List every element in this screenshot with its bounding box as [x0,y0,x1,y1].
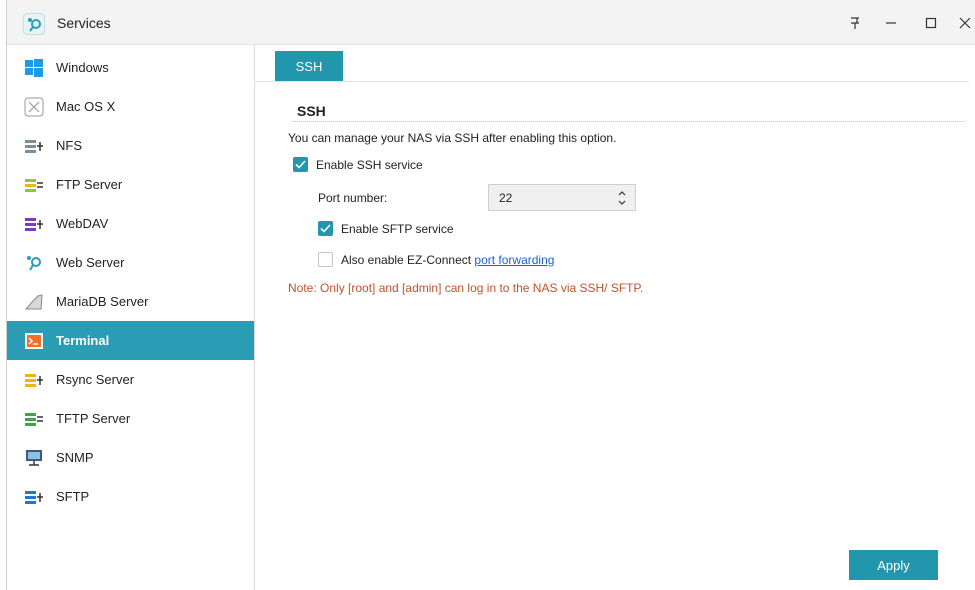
ssh-description: You can manage your NAS via SSH after en… [288,131,617,145]
sidebar-item-nfs[interactable]: NFS [7,126,254,165]
login-note: Note: Only [root] and [admin] can log in… [288,281,644,295]
web-server-icon [24,253,44,273]
webdav-icon [24,214,44,234]
sidebar-item-label: FTP Server [56,177,123,192]
ez-connect-text: Also enable EZ-Connect [341,253,475,267]
services-window: Services Windows Mac OS X NFS FTP Server… [6,0,975,590]
close-icon [959,17,971,29]
port-number-value: 22 [499,191,513,205]
ez-connect-checkbox[interactable] [318,252,333,267]
rsync-icon [24,370,44,390]
sidebar-item-label: Terminal [56,333,110,348]
ftp-icon [24,175,44,195]
macos-icon [24,97,44,117]
sidebar-item-mariadb-server[interactable]: MariaDB Server [7,282,254,321]
checkmark-icon [295,160,306,169]
port-number-label: Port number: [318,191,388,205]
sidebar: Windows Mac OS X NFS FTP Server WebDAV W… [7,45,255,590]
maximize-icon [925,17,937,29]
sidebar-item-mac-os-x[interactable]: Mac OS X [7,87,254,126]
sidebar-item-ftp-server[interactable]: FTP Server [7,165,254,204]
sidebar-item-label: NFS [56,138,82,153]
mariadb-icon [24,292,44,312]
tab-divider [254,81,969,82]
enable-sftp-label: Enable SFTP service [341,222,454,236]
spinner-arrows-icon [618,191,626,205]
sidebar-item-webdav[interactable]: WebDAV [7,204,254,243]
tab-ssh[interactable]: SSH [275,51,343,81]
port-forwarding-link[interactable]: port forwarding [474,253,554,267]
sidebar-item-label: TFTP Server [56,411,131,426]
sidebar-item-label: SFTP [56,489,90,504]
port-spinner[interactable] [617,188,627,208]
sidebar-item-label: MariaDB Server [56,294,149,309]
minimize-button[interactable] [874,8,908,38]
ez-connect-label: Also enable EZ-Connect port forwarding [341,253,554,267]
nfs-icon [24,136,44,156]
tftp-icon [24,409,44,429]
sidebar-item-web-server[interactable]: Web Server [7,243,254,282]
section-divider [292,121,964,122]
snmp-icon [24,448,44,468]
sidebar-item-label: Rsync Server [56,372,135,387]
sidebar-item-sftp[interactable]: SFTP [7,477,254,516]
sidebar-item-label: Windows [56,60,109,75]
sidebar-item-label: SNMP [56,450,94,465]
sidebar-item-label: WebDAV [56,216,109,231]
sftp-icon [24,487,44,507]
sidebar-item-tftp-server[interactable]: TFTP Server [7,399,254,438]
terminal-icon [24,331,44,351]
windows-icon [24,58,44,78]
enable-ssh-label: Enable SSH service [316,158,423,172]
minimize-icon [886,22,896,24]
title-bar: Services [7,0,975,45]
sidebar-item-terminal[interactable]: Terminal [7,321,254,360]
pin-button[interactable] [838,8,872,38]
enable-sftp-checkbox[interactable] [318,221,333,236]
section-title: SSH [297,103,326,119]
sidebar-item-snmp[interactable]: SNMP [7,438,254,477]
sidebar-item-label: Web Server [56,255,125,270]
window-title: Services [57,15,111,31]
enable-ssh-checkbox[interactable] [293,157,308,172]
close-button[interactable] [948,8,975,38]
sidebar-item-windows[interactable]: Windows [7,48,254,87]
sidebar-item-label: Mac OS X [56,99,116,114]
checkmark-icon [320,224,331,233]
port-number-input[interactable]: 22 [488,184,636,211]
sidebar-item-rsync-server[interactable]: Rsync Server [7,360,254,399]
maximize-button[interactable] [914,8,948,38]
services-app-icon [23,13,45,35]
pin-icon [851,17,859,29]
apply-button[interactable]: Apply [849,550,938,580]
